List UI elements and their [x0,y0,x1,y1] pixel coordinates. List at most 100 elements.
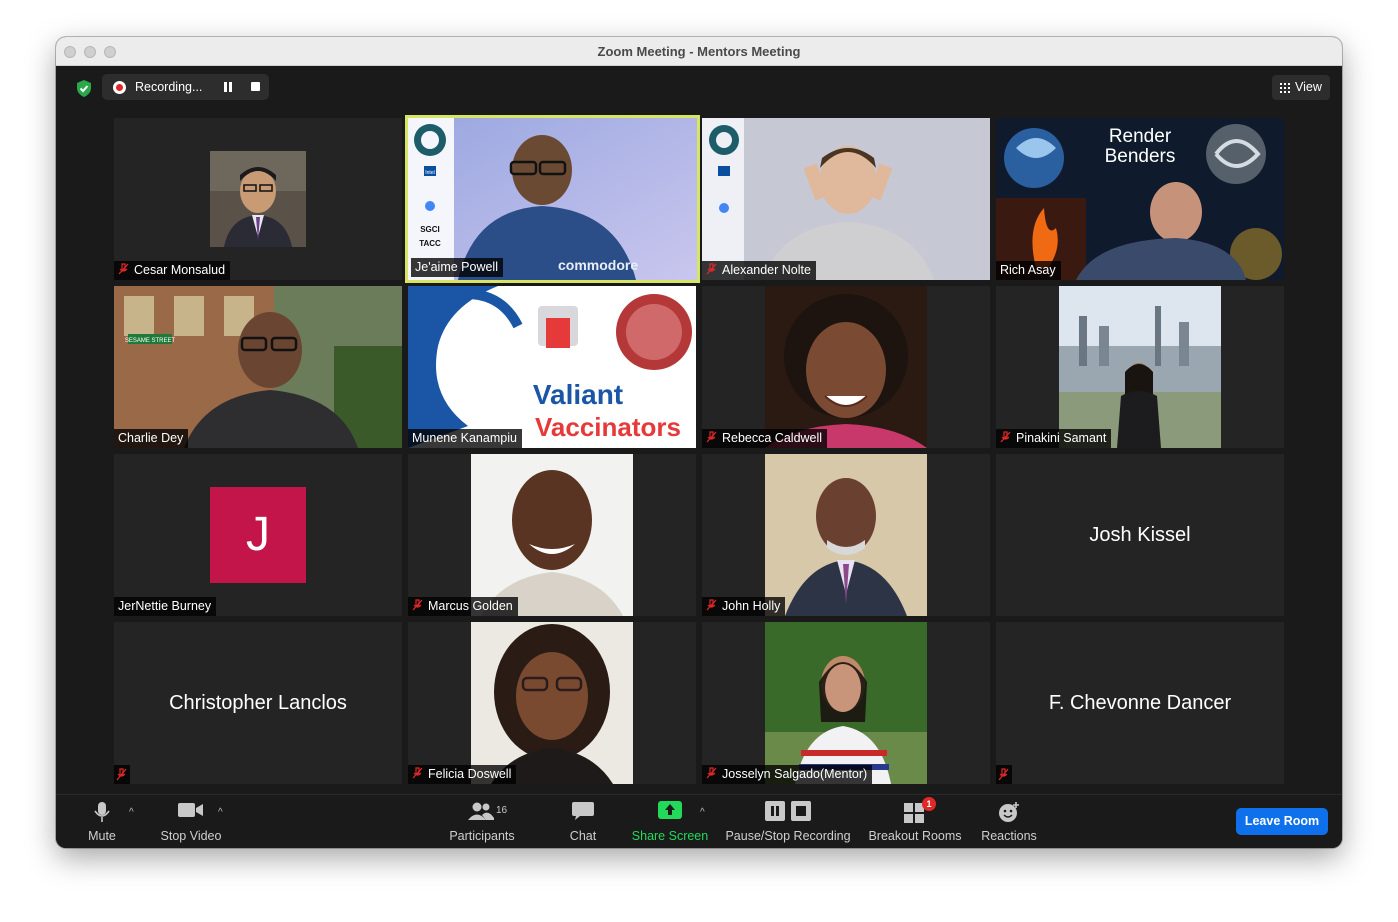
participant-video [765,622,927,784]
participant-name-text: Rich Asay [1000,263,1056,277]
participant-video [210,151,306,247]
video-tile[interactable]: F. Chevonne Dancer [996,622,1284,784]
street-sign-text: SESAME STREET [125,338,176,344]
participant-name-text: JerNettie Burney [118,599,212,613]
video-tile[interactable]: Josselyn Salgado(Mentor) [702,622,990,784]
video-tile[interactable]: Felicia Doswell [408,622,696,784]
muted-mic-icon [706,263,717,275]
meeting-top-bar: Recording... View [56,66,1342,110]
participant-name: Pinakini Samant [996,429,1112,448]
pause-recording-icon[interactable] [223,82,233,92]
participant-video [765,454,927,616]
muted-mic-icon [412,599,423,611]
meeting-toolbar: Mute ^ Stop Video ^ 16 Participants Chat… [56,794,1342,848]
stop-recording-icon[interactable] [251,82,260,91]
participants-button[interactable]: 16 Participants [442,795,522,848]
participant-name-text: Charlie Dey [118,431,184,445]
chat-bubble-icon [572,802,594,820]
leave-room-button[interactable]: Leave Room [1236,808,1328,835]
participant-video: Valiant Vaccinators [408,286,696,448]
video-tile[interactable]: Josh Kissel [996,454,1284,616]
participant-name: Josselyn Salgado(Mentor) [702,765,873,784]
mute-label: Mute [88,829,116,843]
participant-name: Felicia Doswell [408,765,517,784]
video-tile[interactable]: Marcus Golden [408,454,696,616]
record-dot-icon [113,81,126,94]
video-tile[interactable]: Render Benders Rich Asay [996,118,1284,280]
participant-name-text: Munene Kanampiu [412,431,517,445]
participant-name: Munene Kanampiu [408,429,522,448]
video-tile[interactable]: J JerNettie Burney [114,454,402,616]
video-tile-active-speaker[interactable]: Intel SGCI TACC commodore Je'aime Powell [405,115,700,283]
view-label: View [1295,80,1322,94]
view-button[interactable]: View [1272,75,1330,100]
participants-label: Participants [449,829,515,843]
backdrop-text: Intel [425,170,434,176]
participant-name-text: Josselyn Salgado(Mentor) [722,767,868,781]
participant-name-text: Pinakini Samant [1016,431,1107,445]
chevron-up-icon[interactable]: ^ [700,807,705,818]
muted-mic-icon [706,767,717,779]
video-tile[interactable]: Cesar Monsalud [114,118,402,280]
chevron-up-icon[interactable]: ^ [129,807,134,818]
microphone-icon [94,802,110,822]
video-tile[interactable]: Rebecca Caldwell [702,286,990,448]
video-tile[interactable]: Pinakini Samant [996,286,1284,448]
backdrop-text: TACC [419,239,441,248]
muted-mic-icon [706,599,717,611]
breakout-rooms-label: Breakout Rooms [868,829,962,843]
participant-name: Je'aime Powell [411,258,503,277]
reactions-button[interactable]: Reactions [978,795,1040,848]
shield-check-icon[interactable] [76,80,92,97]
pause-stop-recording-button[interactable]: Pause/Stop Recording [724,795,852,848]
participant-name: John Holly [702,597,786,616]
muted-mic-icon [118,263,129,275]
share-screen-icon [658,801,682,819]
avatar: J [210,487,306,583]
smiley-add-icon [999,802,1019,822]
muted-mic-icon [412,767,423,779]
pause-stop-recording-icon [765,801,811,821]
participant-count: 16 [496,805,508,816]
participant-name-centered: Christopher Lanclos [169,692,347,714]
participant-video [471,454,633,616]
video-tile[interactable]: SESAME STREET Charlie Dey [114,286,402,448]
participant-name-centered: F. Chevonne Dancer [1048,692,1232,714]
breakout-rooms-button[interactable]: 1 Breakout Rooms [866,795,964,848]
participant-name: Rebecca Caldwell [702,429,828,448]
muted-mic-icon [1000,431,1011,443]
participant-video [471,622,633,784]
participant-video: Render Benders [996,118,1284,280]
poster-headline: Valiant [533,379,623,410]
participant-name-centered: Josh Kissel [1089,524,1191,546]
poster-subhead: Vaccinators [535,412,681,442]
participant-video [1059,286,1221,448]
video-tile[interactable]: Alexander Nolte [702,118,990,280]
share-screen-button[interactable]: Share Screen [628,795,712,848]
zoom-window: Zoom Meeting - Mentors Meeting Recording… [56,37,1342,848]
video-tile[interactable]: Christopher Lanclos [114,622,402,784]
participant-name: Rich Asay [996,261,1061,280]
backdrop-text: SGCI [420,225,440,234]
shirt-text: commodore [558,257,638,273]
muted-mic-icon [706,431,717,443]
participant-name: Cesar Monsalud [114,261,231,280]
participant-name-text: Marcus Golden [428,599,513,613]
participant-name: Charlie Dey [114,429,189,448]
window-title: Zoom Meeting - Mentors Meeting [597,44,801,59]
reactions-label: Reactions [981,829,1037,843]
stop-video-label: Stop Video [160,829,222,843]
stop-video-button[interactable]: Stop Video [152,795,230,848]
participant-name-text: John Holly [722,599,781,613]
mute-button[interactable]: Mute [78,795,126,848]
participant-name-text: Cesar Monsalud [134,263,226,277]
chevron-up-icon[interactable]: ^ [218,807,223,818]
muted-mic-icon [114,765,130,784]
chat-button[interactable]: Chat [558,795,608,848]
participant-name: Marcus Golden [408,597,518,616]
video-tile[interactable]: John Holly [702,454,990,616]
video-tile[interactable]: Valiant Vaccinators Munene Kanampiu [408,286,696,448]
grid-view-icon [1280,83,1290,93]
participant-name-text: Je'aime Powell [415,260,498,274]
video-camera-icon [178,803,203,817]
